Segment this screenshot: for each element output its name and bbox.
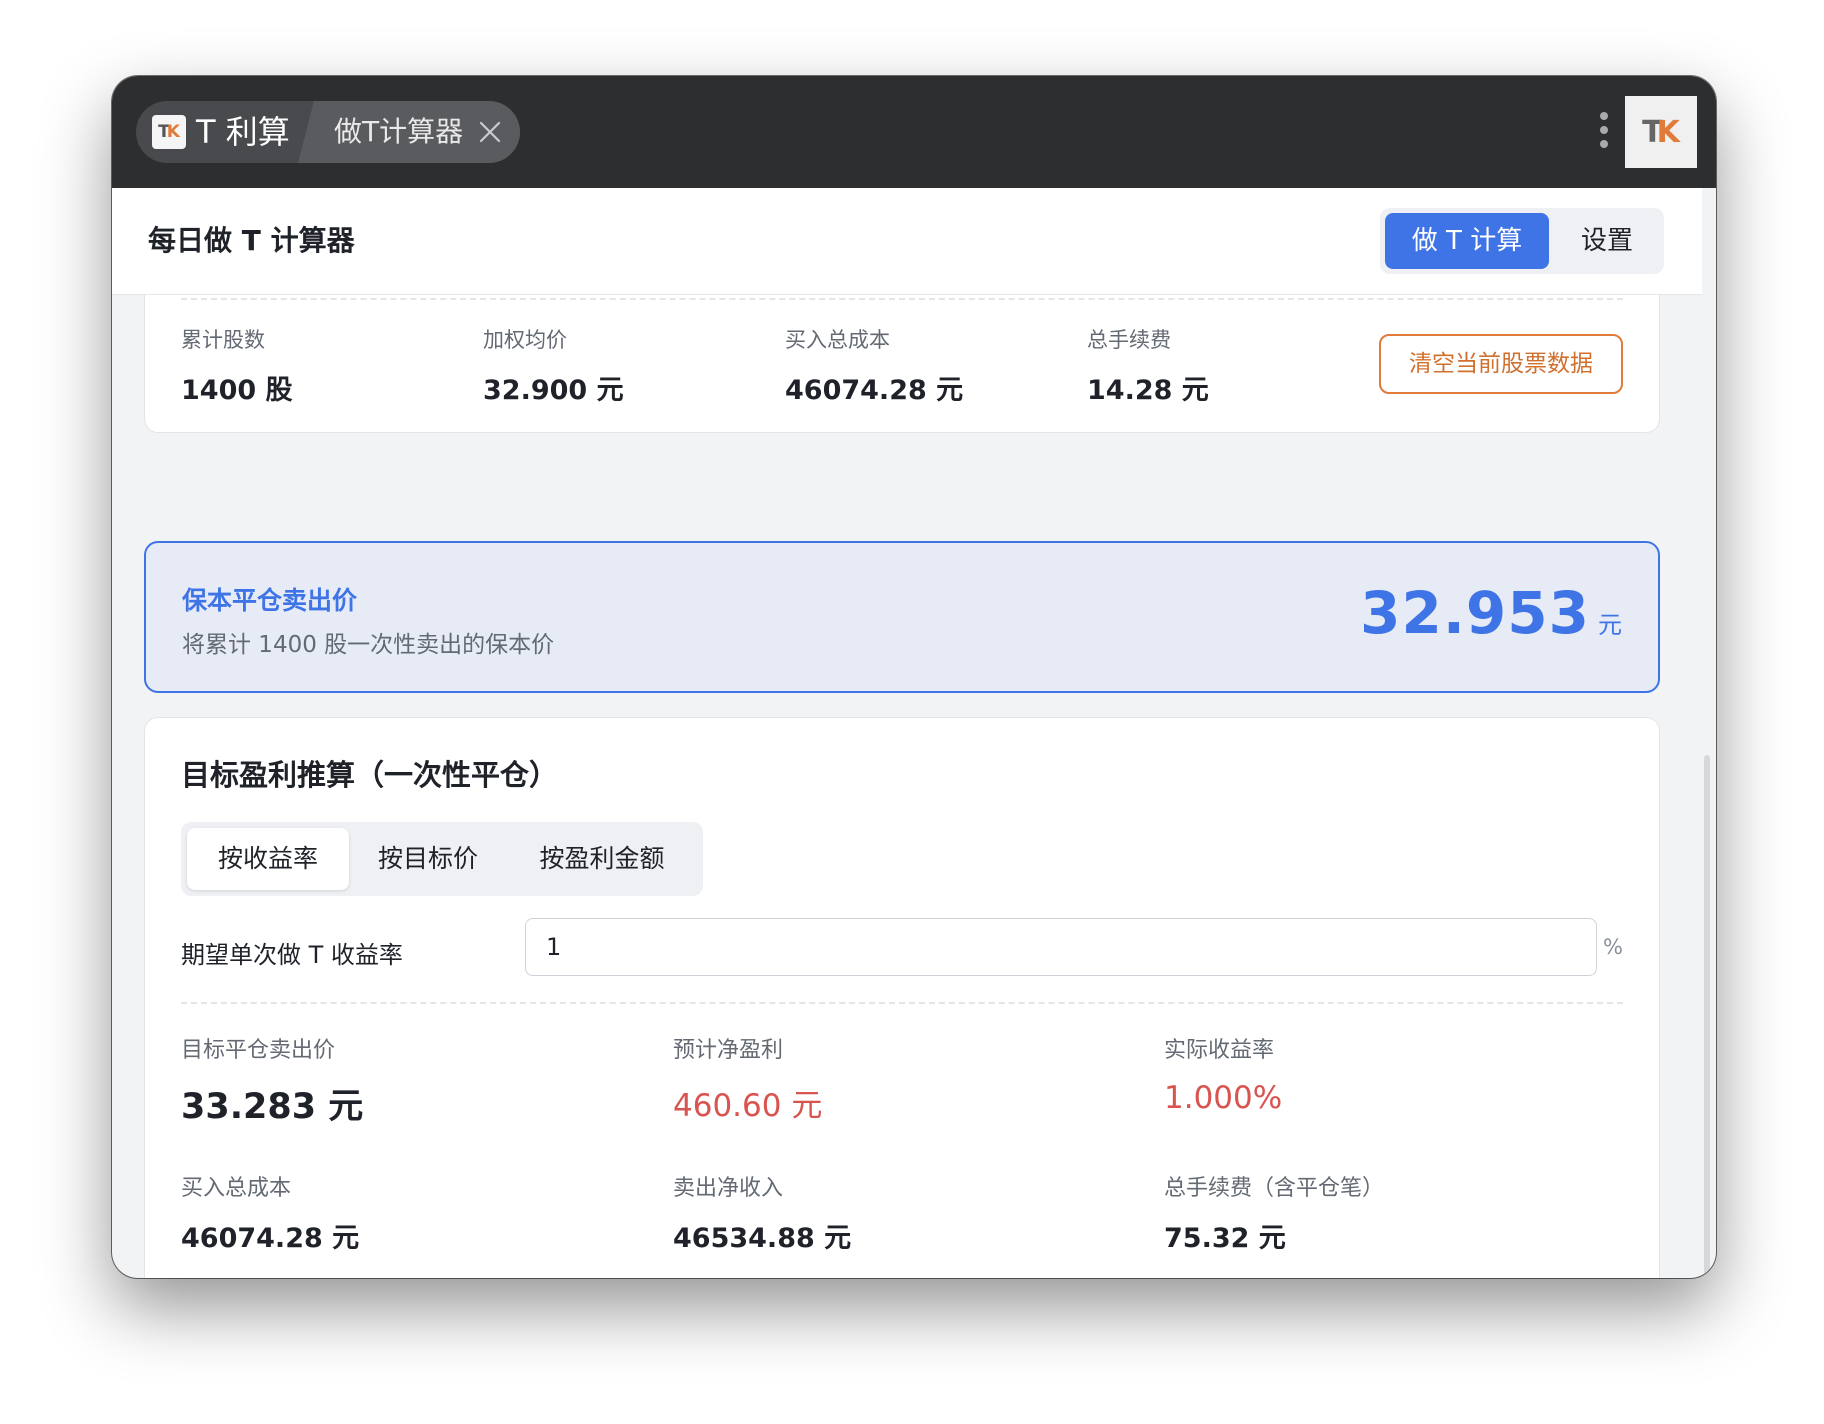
breakeven-price-unit: 元: [1598, 611, 1622, 639]
mode-segmented: 按收益率 按目标价 按盈利金额: [181, 822, 703, 896]
tab-app-home[interactable]: TK T 利算: [136, 101, 306, 163]
result-label: 实际收益率: [1164, 1038, 1275, 1063]
result-total-buy-cost: 买入总成本 46074.28 元: [181, 1170, 359, 1255]
breakeven-subtitle: 将累计 1400 股一次性卖出的保本价: [182, 632, 555, 658]
stat-total-buy-cost: 买入总成本 46074.28 元: [785, 324, 963, 407]
stat-total-shares: 累计股数 1400 股: [181, 324, 293, 407]
stat-value: 46074.28 元: [785, 375, 964, 406]
mode-by-target-price-button[interactable]: 按目标价: [353, 828, 503, 890]
stat-value: 32.900 元: [483, 375, 624, 406]
result-net-profit: 预计净盈利 460.60 元: [673, 1032, 822, 1125]
main-nav-segmented: 做 T 计算 设置: [1380, 208, 1664, 274]
content-area[interactable]: 累计股数 1400 股 加权均价 32.900 元 买入总成本 46074.28…: [112, 295, 1716, 1278]
mode-by-profit-amount-button[interactable]: 按盈利金额: [507, 828, 697, 890]
scrollbar[interactable]: [1704, 755, 1710, 1275]
stat-total-fees: 总手续费 14.28 元: [1087, 324, 1209, 407]
result-value: 460.60 元: [673, 1088, 823, 1124]
target-profit-card: 目标盈利推算（一次性平仓） 按收益率 按目标价 按盈利金额 期望单次做 T 收益…: [144, 717, 1660, 1278]
tab-calculator-label: 做T计算器: [334, 115, 464, 148]
target-profit-title: 目标盈利推算（一次性平仓）: [181, 758, 559, 792]
divider: [181, 298, 1623, 300]
result-value: 33.283 元: [181, 1087, 364, 1127]
stat-weighted-avg-price: 加权均价 32.900 元: [483, 324, 624, 407]
app-window: TK T 利算 做T计算器 TK 每日做 T 计算器 做 T 计算 设置 累计股…: [112, 76, 1716, 1278]
breakeven-price: 32.953 元: [1360, 579, 1622, 647]
result-actual-rate: 实际收益率 1.000%: [1164, 1032, 1282, 1116]
result-total-fees-incl-close: 总手续费（含平仓笔） 75.32 元: [1164, 1170, 1384, 1255]
result-label: 买入总成本: [181, 1176, 292, 1201]
result-net-sell-income: 卖出净收入 46534.88 元: [673, 1170, 851, 1255]
stat-value: 1400 股: [181, 375, 293, 406]
stat-label: 买入总成本: [785, 328, 890, 352]
close-icon[interactable]: [476, 118, 504, 146]
rate-input-label: 期望单次做 T 收益率: [181, 941, 403, 969]
page-header: 每日做 T 计算器 做 T 计算 设置: [112, 188, 1702, 295]
result-label: 卖出净收入: [673, 1176, 784, 1201]
nav-calc-button[interactable]: 做 T 计算: [1385, 213, 1549, 269]
breakeven-card: 保本平仓卖出价 将累计 1400 股一次性卖出的保本价 32.953 元: [144, 541, 1660, 693]
tab-calculator[interactable]: 做T计算器: [298, 101, 520, 163]
page-title: 每日做 T 计算器: [148, 224, 355, 257]
more-menu-icon[interactable]: [1598, 112, 1610, 154]
result-label: 总手续费（含平仓笔）: [1164, 1176, 1385, 1201]
stat-value: 14.28 元: [1087, 375, 1209, 406]
stat-label: 总手续费: [1087, 328, 1171, 352]
expected-rate-input[interactable]: [525, 918, 1597, 976]
app-tab-label: T 利算: [196, 113, 290, 151]
tab-strip: TK T 利算 做T计算器: [136, 101, 520, 163]
summary-card: 累计股数 1400 股 加权均价 32.900 元 买入总成本 46074.28…: [144, 295, 1660, 433]
divider: [181, 1002, 1623, 1004]
result-value: 46534.88 元: [673, 1223, 852, 1254]
result-label: 目标平仓卖出价: [181, 1038, 336, 1063]
app-avatar-icon[interactable]: TK: [1625, 96, 1697, 168]
breakeven-title: 保本平仓卖出价: [182, 586, 358, 615]
app-logo-icon: TK: [152, 115, 186, 149]
title-bar: TK T 利算 做T计算器 TK: [112, 76, 1716, 188]
stat-label: 累计股数: [181, 328, 265, 352]
result-value: 1.000%: [1164, 1080, 1283, 1116]
result-label: 预计净盈利: [673, 1038, 784, 1063]
rate-input-unit: %: [1603, 935, 1623, 959]
result-value: 46074.28 元: [181, 1223, 360, 1254]
clear-stock-data-button[interactable]: 清空当前股票数据: [1379, 334, 1623, 394]
result-target-sell-price: 目标平仓卖出价 33.283 元: [181, 1032, 363, 1129]
nav-settings-button[interactable]: 设置: [1554, 213, 1660, 269]
stat-label: 加权均价: [483, 328, 567, 352]
mode-by-rate-button[interactable]: 按收益率: [187, 828, 349, 890]
result-value: 75.32 元: [1164, 1223, 1286, 1254]
breakeven-price-value: 32.953: [1360, 579, 1590, 647]
